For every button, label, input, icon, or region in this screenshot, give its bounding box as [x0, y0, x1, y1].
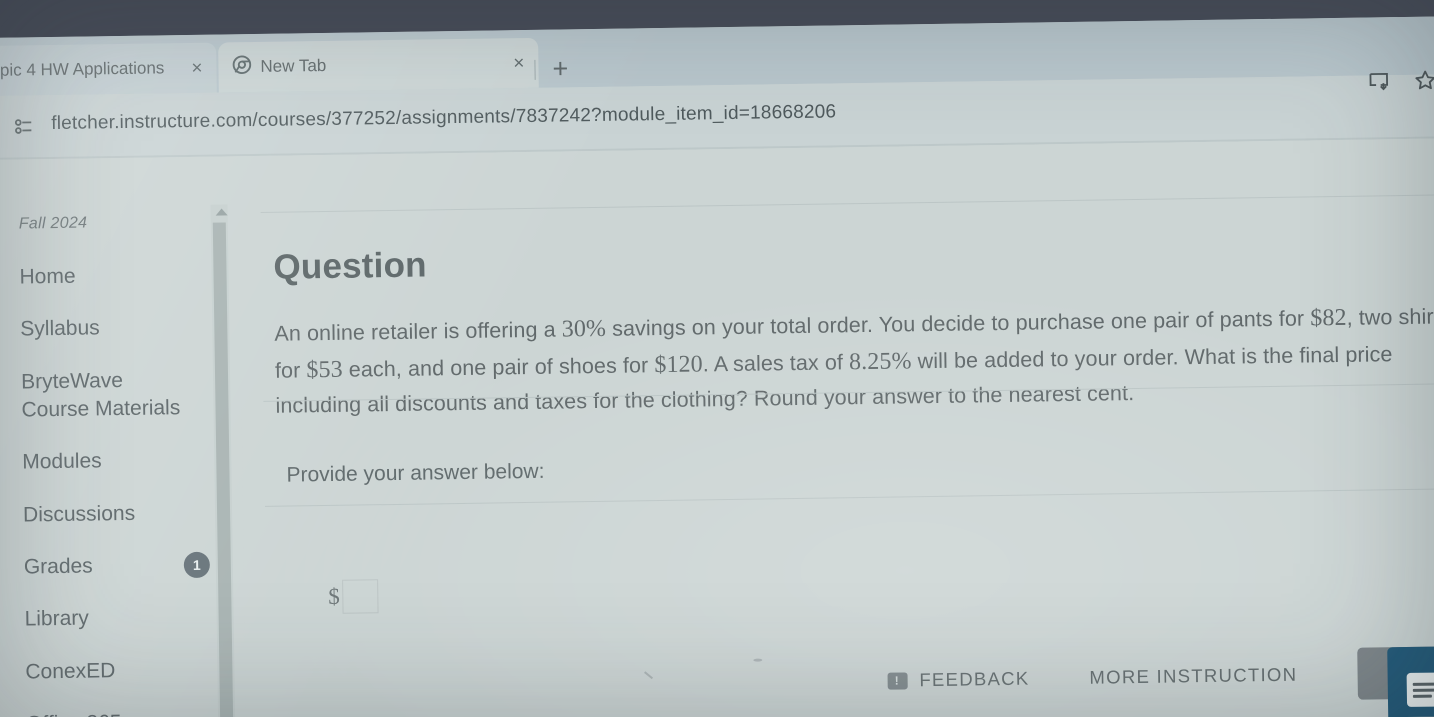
- sidebar-item-office-365[interactable]: Office 365: [0, 695, 247, 717]
- question-shirt-price: $53: [306, 356, 343, 384]
- chrome-logo-icon: [232, 55, 252, 79]
- sidebar-item-brytewave-course-materials[interactable]: BryteWave Course Materials: [0, 353, 242, 437]
- question-pants-price: $82: [1310, 304, 1347, 332]
- feedback-button[interactable]: ! FEEDBACK: [887, 667, 1030, 692]
- question-text-segment: savings on your total order. You decide …: [605, 306, 1311, 341]
- help-widget-panel[interactable]: [1387, 646, 1434, 717]
- more-instruction-button[interactable]: MORE INSTRUCTION: [1089, 664, 1297, 689]
- page-viewport: Fall 2024 Home Syllabus BryteWave Course…: [0, 138, 1434, 717]
- answer-input[interactable]: [341, 579, 379, 614]
- answer-prompt-label: Provide your answer below:: [286, 459, 545, 487]
- sidebar-item-label: Office 365: [26, 711, 122, 717]
- answer-input-row: $: [328, 579, 379, 614]
- sidebar-item-conexed[interactable]: ConexED: [0, 643, 246, 699]
- sidebar-item-label: Syllabus: [20, 316, 100, 341]
- tab-close-icon[interactable]: ×: [191, 57, 202, 78]
- assignment-action-bar: ! FEEDBACK MORE INSTRUCTION SUBMIT: [245, 626, 1434, 717]
- feedback-button-label: FEEDBACK: [919, 667, 1030, 691]
- sidebar-nav-list: Home Syllabus BryteWave Course Materials…: [0, 248, 247, 717]
- help-icon-line: [1412, 681, 1434, 686]
- help-icon-line: [1412, 694, 1432, 698]
- sidebar-item-modules[interactable]: Modules: [0, 434, 243, 490]
- sidebar-item-syllabus[interactable]: Syllabus: [0, 301, 241, 357]
- browser-tab-active[interactable]: New Tab ×: [218, 37, 539, 93]
- assignment-content: Question An online retailer is offering …: [237, 138, 1434, 717]
- bookmark-star-icon[interactable]: [1414, 68, 1434, 96]
- tab-title-assignment: opic 4 HW Applications: [0, 58, 165, 80]
- help-document-icon: [1406, 672, 1434, 707]
- term-label: Fall 2024: [18, 214, 88, 233]
- course-sidebar: Fall 2024 Home Syllabus BryteWave Course…: [0, 156, 247, 717]
- sidebar-item-discussions[interactable]: Discussions: [0, 486, 243, 542]
- photographed-screen: opic 4 HW Applications × New Tab × + fle…: [0, 16, 1434, 717]
- question-percent-savings: 30%: [561, 315, 607, 343]
- omnibox-actions: [1368, 68, 1434, 97]
- sidebar-item-label: BryteWave Course Materials: [20, 368, 181, 422]
- site-settings-icon[interactable]: [13, 118, 35, 134]
- grades-badge-count: 1: [183, 551, 211, 579]
- sidebar-item-home[interactable]: Home: [0, 248, 240, 304]
- answer-area-divider: [264, 488, 1434, 507]
- question-text-segment: each, and one pair of shoes for: [342, 353, 655, 382]
- scroll-up-arrow-icon[interactable]: [215, 208, 228, 216]
- sidebar-item-library[interactable]: Library: [0, 591, 245, 647]
- currency-symbol-label: $: [328, 583, 341, 609]
- new-tab-button[interactable]: +: [552, 53, 568, 83]
- question-heading: Question: [273, 245, 427, 287]
- question-shoes-price: $120: [654, 351, 703, 379]
- question-text-segment: An online retailer is offering a: [274, 317, 562, 346]
- screenshot-root: opic 4 HW Applications × New Tab × + fle…: [0, 0, 1434, 717]
- question-text-segment: . A sales tax of: [702, 350, 850, 377]
- more-instruction-button-label: MORE INSTRUCTION: [1089, 663, 1298, 688]
- sidebar-item-label: Discussions: [22, 501, 136, 527]
- feedback-icon: !: [887, 671, 908, 690]
- sidebar-item-label: Home: [19, 264, 76, 289]
- install-app-icon[interactable]: [1368, 70, 1390, 97]
- question-body-text: An online retailer is offering a 30% sav…: [274, 298, 1434, 423]
- content-top-divider: [260, 194, 1434, 213]
- question-tax-rate: 8.25%: [848, 348, 912, 376]
- sidebar-item-label: Grades: [23, 554, 93, 579]
- tab-title-new-tab: New Tab: [260, 55, 327, 76]
- sidebar-item-label: Modules: [22, 449, 102, 474]
- help-icon-line: [1412, 687, 1434, 692]
- browser-tab-inactive[interactable]: opic 4 HW Applications ×: [0, 42, 217, 97]
- sidebar-item-grades[interactable]: Grades 1: [0, 538, 244, 594]
- sidebar-item-label: ConexED: [25, 658, 116, 684]
- address-bar-url[interactable]: fletcher.instructure.com/courses/377252/…: [51, 101, 836, 135]
- tab-close-icon-new-tab[interactable]: ×: [513, 53, 524, 74]
- sidebar-item-label: Library: [24, 606, 89, 631]
